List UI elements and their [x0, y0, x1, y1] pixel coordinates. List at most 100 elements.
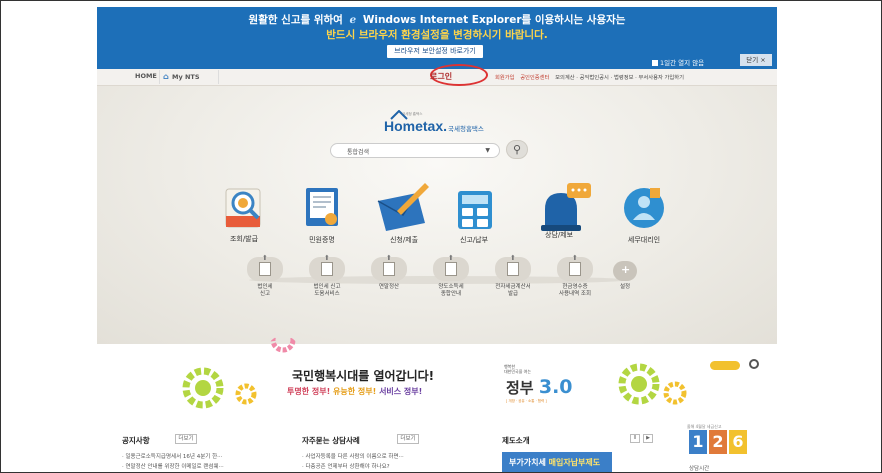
bottom-sections: 공지사항 더보기 · 일용근로소득지급명세서 16년 4분기 한··· · 연말…: [97, 424, 777, 472]
sub-capital-gains-guide[interactable]: ⬆ 양도소득세 종합안내: [433, 254, 469, 297]
browser-settings-button[interactable]: 브라우저 보안설정 바로가기: [387, 45, 483, 58]
notices-more-button[interactable]: 더보기: [175, 434, 197, 444]
logo-brand-text: Hometax.: [384, 118, 448, 134]
sub-label: 설정: [619, 284, 631, 290]
misc-links[interactable]: 모의계산 · 공익법인공시 · 법령정보 · 부서사용자 가입하기: [555, 75, 684, 81]
search-button[interactable]: ⚲: [506, 140, 528, 159]
gov30-word: 정부: [506, 379, 534, 397]
banner-slide-indicator[interactable]: [710, 361, 740, 370]
certificate-document-icon[interactable]: [304, 186, 340, 230]
vat-promo-banner[interactable]: 부가가치세 매입자납부제도: [502, 452, 612, 472]
menu-certificate-label[interactable]: 민원증명: [292, 235, 352, 245]
menu-consult-report-label[interactable]: 상담/제보: [529, 230, 589, 240]
ie-logo-icon: ℯ: [349, 14, 357, 26]
certificate-center-link[interactable]: 공인인증센터: [520, 75, 549, 81]
promo-banner[interactable]: 국민행복시대를 열어갑니다! 투명한 정부! 유능한 정부! 서비스 정부! 행…: [97, 336, 777, 424]
menu-filing-payment-label[interactable]: 신고/납부: [444, 235, 504, 245]
faq-more-button[interactable]: 더보기: [397, 434, 419, 444]
list-item[interactable]: · 연말정산 안내를 위장한 이메일로 랜섬웨···: [122, 462, 224, 470]
browser-notice-banner: 원활한 신고를 위하여 ℯ Windows Internet Explorer를…: [97, 7, 777, 69]
list-item[interactable]: · 사업자등록을 다른 사람의 이름으로 하면···: [302, 452, 404, 460]
gear-icon: [663, 381, 687, 405]
sub-settings[interactable]: + 설정: [613, 257, 637, 290]
banner-slogan-2: 유능한 정부!: [333, 387, 377, 396]
system-intro-title[interactable]: 제도소개: [502, 435, 530, 446]
plus-icon: +: [621, 263, 631, 276]
search-placeholder: 통합검색: [347, 149, 370, 156]
house-icon: ⌂: [163, 72, 169, 81]
receipt-icon: [569, 262, 581, 276]
main-stage: 국세청 홈택스 Hometax. 국세청홈택스 통합검색 ▼ ⚲ 조회/발급 민…: [97, 86, 777, 344]
faq-title[interactable]: 자주묻는 상담사례: [302, 435, 360, 446]
schedule-digit: 1: [689, 430, 707, 454]
sub-label: 연말정산: [378, 284, 400, 290]
checkbox-icon[interactable]: [652, 60, 658, 66]
house-icon: [445, 262, 457, 276]
list-item[interactable]: · 일용근로소득지급명세서 16년 4분기 한···: [122, 452, 222, 460]
banner-subtitle: 투명한 정부! 유능한 정부! 서비스 정부!: [287, 386, 422, 397]
menu-inquiry-label[interactable]: 조회/발급: [214, 234, 274, 244]
chevron-down-icon[interactable]: ▼: [485, 147, 490, 154]
search-icon: ⚲: [512, 143, 522, 156]
sub-year-end-settlement[interactable]: ⬆ 연말정산: [371, 254, 407, 290]
sub-cash-receipt-inquiry[interactable]: ⬆ 현금영수증 사용내역 조회: [557, 254, 593, 297]
gov30-tagline: 행복한 대한민국을 여는: [504, 364, 532, 374]
vat-text: 부가가치세: [509, 458, 546, 467]
sub-corporate-tax-filing[interactable]: ⬆ 법인세 신고: [247, 254, 283, 297]
logo-tagline: 국세청 홈택스: [402, 112, 423, 116]
my-nts-link[interactable]: ⌂ My NTS: [159, 70, 219, 84]
notice-text-end: Windows Internet Explorer를 이용하시는 사용자는: [362, 14, 626, 26]
banner-slogan-1: 투명한 정부!: [287, 387, 331, 396]
search-input[interactable]: 통합검색 ▼: [330, 143, 500, 158]
siren-chat-icon[interactable]: [541, 183, 593, 231]
browser-frame: 원활한 신고를 위하여 ℯ Windows Internet Explorer를…: [0, 0, 882, 473]
notice-line-2: 반드시 브라우저 환경설정을 변경하시기 바랍니다.: [326, 29, 548, 41]
envelope-pen-icon[interactable]: [375, 181, 431, 231]
tax-agent-person-icon[interactable]: [622, 186, 666, 230]
up-arrow-icon: ⬆: [324, 254, 330, 262]
gov30-footer: [ 개방 · 공유 · 소통 · 협력 ]: [506, 399, 547, 403]
signup-link[interactable]: 회원가입: [495, 75, 515, 81]
building-icon: [259, 262, 271, 276]
logo-subtitle: 국세청홈택스: [448, 125, 484, 133]
menu-tax-agent-label[interactable]: 세무대리인: [614, 235, 674, 245]
menu-application-label[interactable]: 신청/제출: [374, 235, 434, 245]
notice-close-button[interactable]: 닫기 ×: [740, 54, 772, 66]
sub-label: 전자세금계산서 발급: [495, 284, 531, 297]
banner-title: 국민행복시대를 열어갑니다!: [292, 369, 435, 383]
up-arrow-icon: ⬆: [448, 254, 454, 262]
sub-label: 법인세 신고 도움서비스: [313, 284, 341, 297]
schedule-digit: 6: [729, 430, 747, 454]
sub-e-tax-invoice[interactable]: ⬆ 전자세금계산서 발급: [495, 254, 531, 297]
government-3-0-logo: 행복한 대한민국을 여는 정부 3.0 [ 개방 · 공유 · 소통 · 협력 …: [504, 364, 579, 406]
inquiry-magnifier-icon[interactable]: [223, 183, 265, 231]
gear-icon: [270, 336, 296, 353]
calculator-icon[interactable]: [457, 190, 493, 230]
next-button[interactable]: ▶: [643, 434, 653, 443]
notices-title[interactable]: 공지사항: [122, 435, 150, 446]
gov30-mark: 정부 3.0: [506, 376, 573, 398]
settlement-icon: [383, 262, 395, 276]
sub-corporate-tax-help[interactable]: ⬆ 법인세 신고 도움서비스: [309, 254, 345, 297]
vat-highlight: 매입자납부제도: [548, 458, 601, 467]
gear-icon: [182, 367, 224, 409]
hide-one-day-checkbox[interactable]: 1일간 열지 않음: [652, 57, 704, 67]
up-arrow-icon: ⬆: [262, 254, 268, 262]
top-navigation: HOME ⌂ My NTS 로그인 회원가입 공인인증센터 모의계산 · 공익법…: [97, 64, 777, 86]
notice-line-1: 원활한 신고를 위하여 ℯ Windows Internet Explorer를…: [97, 12, 777, 27]
login-link[interactable]: 로그인: [430, 71, 452, 82]
banner-slogan-3: 서비스 정부!: [379, 387, 423, 396]
schedule-digit: 2: [709, 430, 727, 454]
home-link[interactable]: HOME: [135, 72, 157, 80]
gear-icon: [235, 383, 257, 405]
list-item[interactable]: · 다층공존 언제부터 상환해야 하나요?: [302, 462, 390, 470]
up-arrow-icon: ⬆: [510, 254, 516, 262]
pause-button[interactable]: II: [630, 434, 640, 443]
schedule-label: 상담시간: [689, 466, 710, 472]
sub-label: 양도소득세 종합안내: [438, 284, 464, 297]
checkbox-label: 1일간 열지 않음: [660, 59, 705, 67]
utility-links: 회원가입 공인인증센터 모의계산 · 공익법인공시 · 법령정보 · 부서사용자…: [495, 73, 688, 81]
gear-icon: [618, 363, 660, 405]
document-help-icon: [321, 262, 333, 276]
banner-pause-button[interactable]: [749, 359, 759, 369]
